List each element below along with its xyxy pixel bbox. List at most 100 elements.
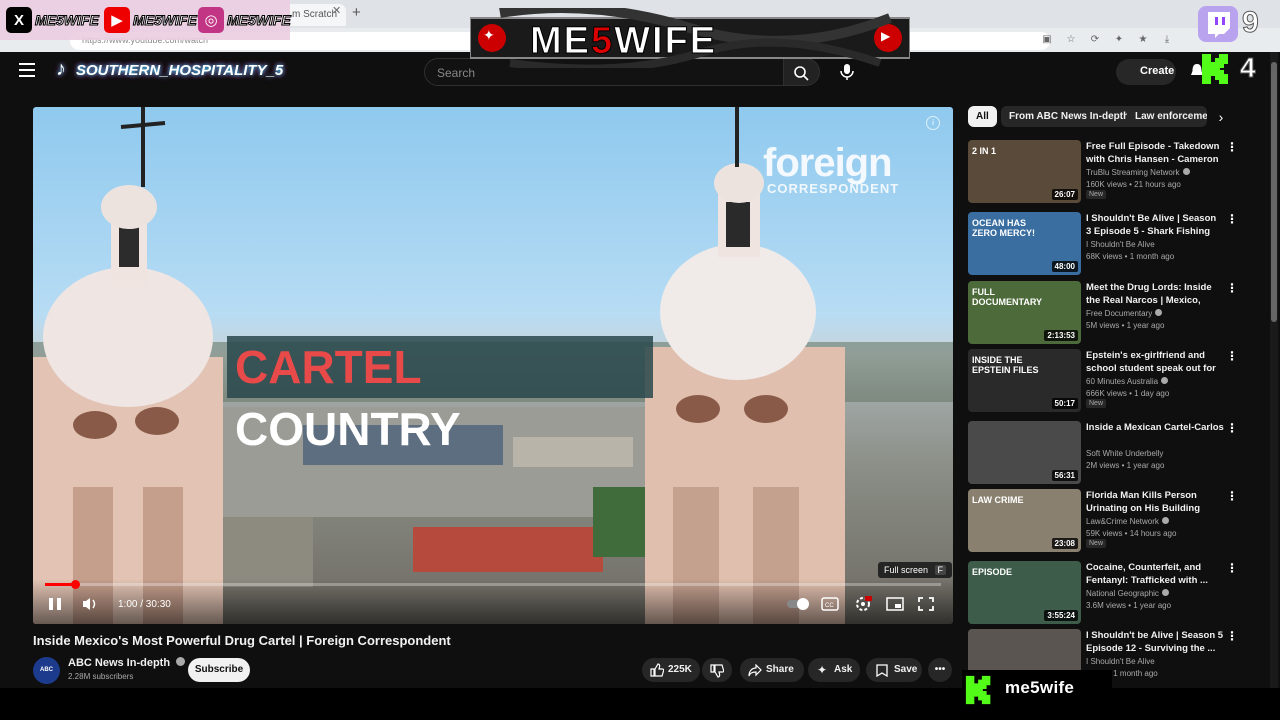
- video-player[interactable]: foreign CORRESPONDENT CARTEL COUNTRY i F…: [33, 107, 953, 624]
- progress-bar[interactable]: [45, 580, 941, 589]
- rec-title[interactable]: I Shouldn't be Alive | Season 5 Episode …: [1086, 629, 1224, 655]
- rec-thumbnail[interactable]: 56:31: [968, 421, 1081, 484]
- title-card-word2: COUNTRY: [235, 403, 461, 455]
- scrubber-handle[interactable]: [70, 580, 80, 589]
- twitter-icon: ✦: [483, 27, 495, 43]
- instagram-social: ◎ ME5WIFE: [198, 5, 291, 35]
- menu-icon[interactable]: [19, 63, 35, 77]
- rec-thumbnail[interactable]: OCEAN HAS ZERO MERCY! 48:00: [968, 212, 1081, 275]
- rec-title[interactable]: I Shouldn't Be Alive | Season 3 Episode …: [1086, 212, 1224, 239]
- more-actions-icon[interactable]: •••: [928, 658, 952, 682]
- rec-channel-text: I Shouldn't Be Alive: [1086, 240, 1155, 249]
- rec-meta: 666K views • 1 day ago: [1086, 389, 1170, 398]
- rec-channel-text: TruBlu Streaming Network: [1086, 168, 1180, 177]
- rec-video-item[interactable]: INSIDE THE EPSTEIN FILES 50:17 Epstein's e…: [968, 349, 1258, 413]
- verified-icon: [1161, 589, 1169, 596]
- rec-title[interactable]: Florida Man Kills Person Urinating on Hi…: [1086, 489, 1224, 515]
- rec-duration: 23:08: [1051, 538, 1078, 549]
- rec-thumbnail[interactable]: 2 IN 1 26:07: [968, 140, 1081, 203]
- more-vert-icon[interactable]: ⋮: [1226, 489, 1238, 503]
- rec-video-item[interactable]: FULL DOCUMENTARY 2:13:53 Meet the Drug Lor…: [968, 281, 1258, 345]
- settings-icon[interactable]: [854, 595, 872, 613]
- star-icon[interactable]: ☆: [1064, 33, 1078, 47]
- chevron-right-icon[interactable]: ›: [1210, 106, 1232, 128]
- rec-title[interactable]: Cocaine, Counterfeit, and Fentanyl: Traf…: [1086, 561, 1224, 587]
- refresh-icon[interactable]: ⟳: [1088, 33, 1102, 47]
- chip-from-channel[interactable]: From ABC News In-depth: [1001, 106, 1138, 127]
- channel-name[interactable]: ABC News In-depth: [68, 657, 186, 669]
- more-vert-icon[interactable]: ⋮: [1226, 140, 1238, 154]
- subscribe-button[interactable]: Subscribe: [188, 658, 250, 682]
- twitch-icon: [1198, 6, 1238, 42]
- like-button[interactable]: 225K: [642, 658, 700, 682]
- captions-icon[interactable]: CC: [821, 596, 839, 612]
- rec-thumb-text: INSIDE THE EPSTEIN FILES: [972, 355, 1039, 375]
- save-label: Save: [894, 664, 918, 675]
- verified-icon: [1161, 377, 1169, 384]
- rec-channel[interactable]: 60 Minutes Australia: [1086, 377, 1169, 386]
- more-vert-icon[interactable]: ⋮: [1226, 349, 1238, 363]
- rec-title[interactable]: Inside a Mexican Cartel-Carlos: [1086, 421, 1224, 434]
- more-vert-icon[interactable]: ⋮: [1226, 561, 1238, 575]
- rec-video-item[interactable]: LAW CRIME 23:08 Florida Man Kills Person U…: [968, 489, 1258, 553]
- tooltip-label: Full screen: [884, 565, 929, 575]
- rec-video-item[interactable]: OCEAN HAS ZERO MERCY! 48:00 I Shouldn't Be…: [968, 212, 1258, 276]
- new-badge: New: [1086, 190, 1107, 199]
- rec-meta: 2M views • 1 year ago: [1086, 461, 1165, 470]
- chip-all[interactable]: All: [968, 106, 997, 127]
- scrollbar[interactable]: [1270, 52, 1278, 688]
- puzzle-icon[interactable]: ✦: [1112, 33, 1126, 47]
- autoplay-toggle[interactable]: [787, 598, 809, 610]
- kick-count: 4: [1240, 52, 1257, 84]
- share-button[interactable]: Share: [740, 658, 804, 682]
- scrollbar-thumb[interactable]: [1271, 62, 1277, 322]
- instagram-logo-icon: ◎: [198, 7, 224, 33]
- save-button[interactable]: Save: [866, 658, 922, 682]
- rec-channel[interactable]: Free Documentary: [1086, 309, 1163, 318]
- miniplayer-icon[interactable]: [886, 596, 904, 612]
- more-vert-icon[interactable]: ⋮: [1226, 629, 1238, 643]
- rec-thumbnail[interactable]: INSIDE THE EPSTEIN FILES 50:17: [968, 349, 1081, 412]
- rec-channel[interactable]: I Shouldn't Be Alive: [1086, 657, 1155, 666]
- rec-thumb-text: EPISODE: [972, 567, 1013, 577]
- rec-duration: 2:13:53: [1044, 330, 1078, 341]
- kick-logo-icon: [965, 675, 991, 705]
- rec-channel[interactable]: Law&Crime Network: [1086, 517, 1169, 526]
- pause-icon[interactable]: [47, 596, 63, 612]
- chip-law-enforcement[interactable]: Law enforceme: [1127, 106, 1207, 127]
- rec-title[interactable]: Epstein's ex-girlfriend and school stude…: [1086, 349, 1224, 376]
- rec-thumbnail[interactable]: EPISODE 3:55:24: [968, 561, 1081, 624]
- favorites-icon[interactable]: ★: [1136, 33, 1150, 47]
- info-icon[interactable]: i: [926, 116, 940, 130]
- more-vert-icon[interactable]: ⋮: [1226, 421, 1238, 435]
- rec-title[interactable]: Meet the Drug Lords: Inside the Real Nar…: [1086, 281, 1224, 308]
- rec-video-item[interactable]: 56:31 Inside a Mexican Cartel-Carlos Soft …: [968, 421, 1258, 485]
- create-label: Create: [1140, 65, 1175, 77]
- avatar[interactable]: ABC NEWS: [33, 657, 60, 700]
- video-title: Inside Mexico's Most Powerful Drug Carte…: [33, 633, 451, 648]
- like-count: 225K: [668, 664, 692, 675]
- rec-video-item[interactable]: 2 IN 1 26:07 Free Full Episode - Takedown …: [968, 140, 1258, 204]
- extension-icon[interactable]: ▣: [1040, 33, 1054, 47]
- youtube-logo-icon: ▶: [104, 7, 130, 33]
- rec-thumbnail[interactable]: LAW CRIME 23:08: [968, 489, 1081, 552]
- more-vert-icon[interactable]: ⋮: [1226, 212, 1238, 226]
- rec-channel[interactable]: I Shouldn't Be Alive: [1086, 240, 1155, 249]
- dislike-button[interactable]: [702, 658, 732, 682]
- create-button[interactable]: Create: [1116, 59, 1176, 85]
- rec-title[interactable]: Free Full Episode - Takedown with Chris …: [1086, 140, 1224, 167]
- fullscreen-icon[interactable]: [917, 596, 935, 612]
- new-badge: New: [1086, 399, 1107, 408]
- rec-video-item[interactable]: EPISODE 3:55:24 Cocaine, Counterfeit, and …: [968, 561, 1258, 625]
- rec-channel[interactable]: Soft White Underbelly: [1086, 449, 1163, 458]
- rec-meta: 59K views • 14 hours ago: [1086, 529, 1177, 538]
- download-icon[interactable]: ⤓: [1160, 33, 1174, 47]
- rec-channel[interactable]: National Geographic: [1086, 589, 1169, 598]
- more-vert-icon[interactable]: ⋮: [1226, 281, 1238, 295]
- rec-thumbnail[interactable]: FULL DOCUMENTARY 2:13:53: [968, 281, 1081, 344]
- browser-toolbar: ▣ ☆ ⟳ ✦ ★ ⤓: [1040, 33, 1174, 47]
- rec-channel[interactable]: TruBlu Streaming Network: [1086, 168, 1190, 177]
- ask-button[interactable]: ✦ Ask: [808, 658, 860, 682]
- volume-icon[interactable]: [81, 596, 99, 612]
- new-tab-icon[interactable]: +: [352, 4, 361, 21]
